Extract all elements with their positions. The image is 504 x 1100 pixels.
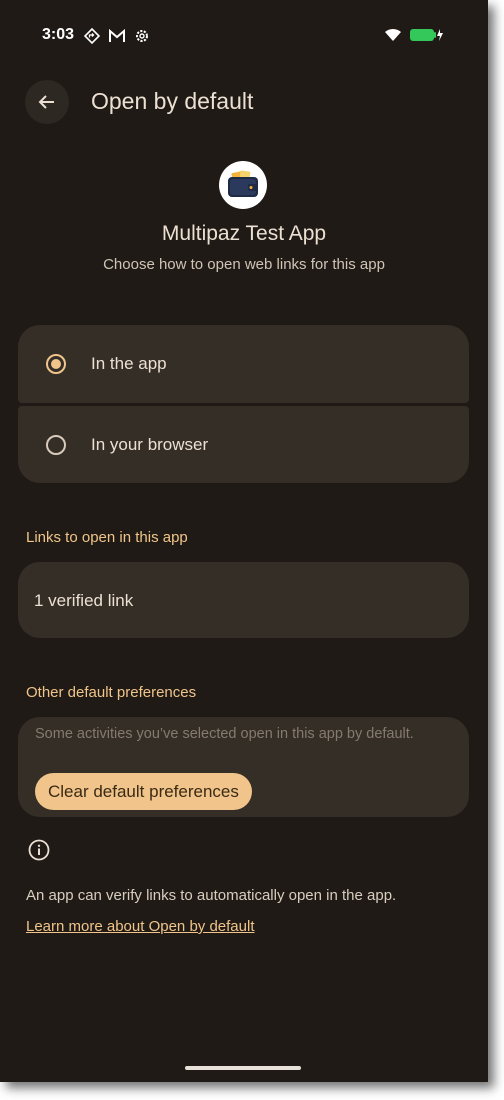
back-button[interactable]	[25, 80, 69, 124]
arrow-back-icon	[38, 95, 54, 109]
clear-defaults-button[interactable]: Clear default preferences	[35, 773, 252, 810]
preferences-description: Some activities you’ve selected open in …	[35, 726, 414, 742]
verified-links-item[interactable]: 1 verified link	[18, 562, 469, 638]
home-indicator[interactable]	[185, 1066, 301, 1070]
option-in-the-app[interactable]: In the app	[18, 325, 469, 403]
section-header-links: Links to open in this app	[26, 529, 188, 546]
info-icon	[28, 839, 50, 866]
app-name: Multipaz Test App	[161, 222, 327, 245]
app-subtitle: Choose how to open web links for this ap…	[103, 256, 385, 273]
wallet-icon	[228, 170, 258, 197]
option-label: In the app	[91, 354, 167, 373]
learn-more-link[interactable]: Learn more about Open by default	[26, 918, 255, 935]
option-label: In your browser	[91, 434, 209, 454]
option-in-your-browser[interactable]: In your browser	[18, 406, 469, 483]
maps-icon	[84, 28, 100, 44]
settings-icon	[136, 30, 148, 42]
status-time: 3:03	[42, 26, 75, 43]
status-system-icons	[384, 28, 444, 42]
status-bar: 3:03	[0, 22, 488, 50]
battery-charging-icon	[410, 29, 443, 41]
phone-screen: 3:03 Open by default Multipaz Test App C…	[0, 0, 488, 1082]
footer-text: An app can verify links to automatically…	[26, 887, 397, 904]
gmail-icon	[109, 28, 125, 42]
radio-selected[interactable]	[46, 354, 66, 374]
radio-unselected[interactable]	[46, 434, 66, 455]
status-notification-icons	[84, 28, 150, 44]
section-header-preferences: Other default preferences	[26, 684, 197, 701]
wifi-icon	[385, 28, 401, 41]
preferences-card: Some activities you’ve selected open in …	[18, 717, 469, 817]
app-icon	[219, 161, 267, 209]
verified-links-label: 1 verified link	[34, 591, 134, 610]
page-title: Open by default	[91, 88, 254, 114]
